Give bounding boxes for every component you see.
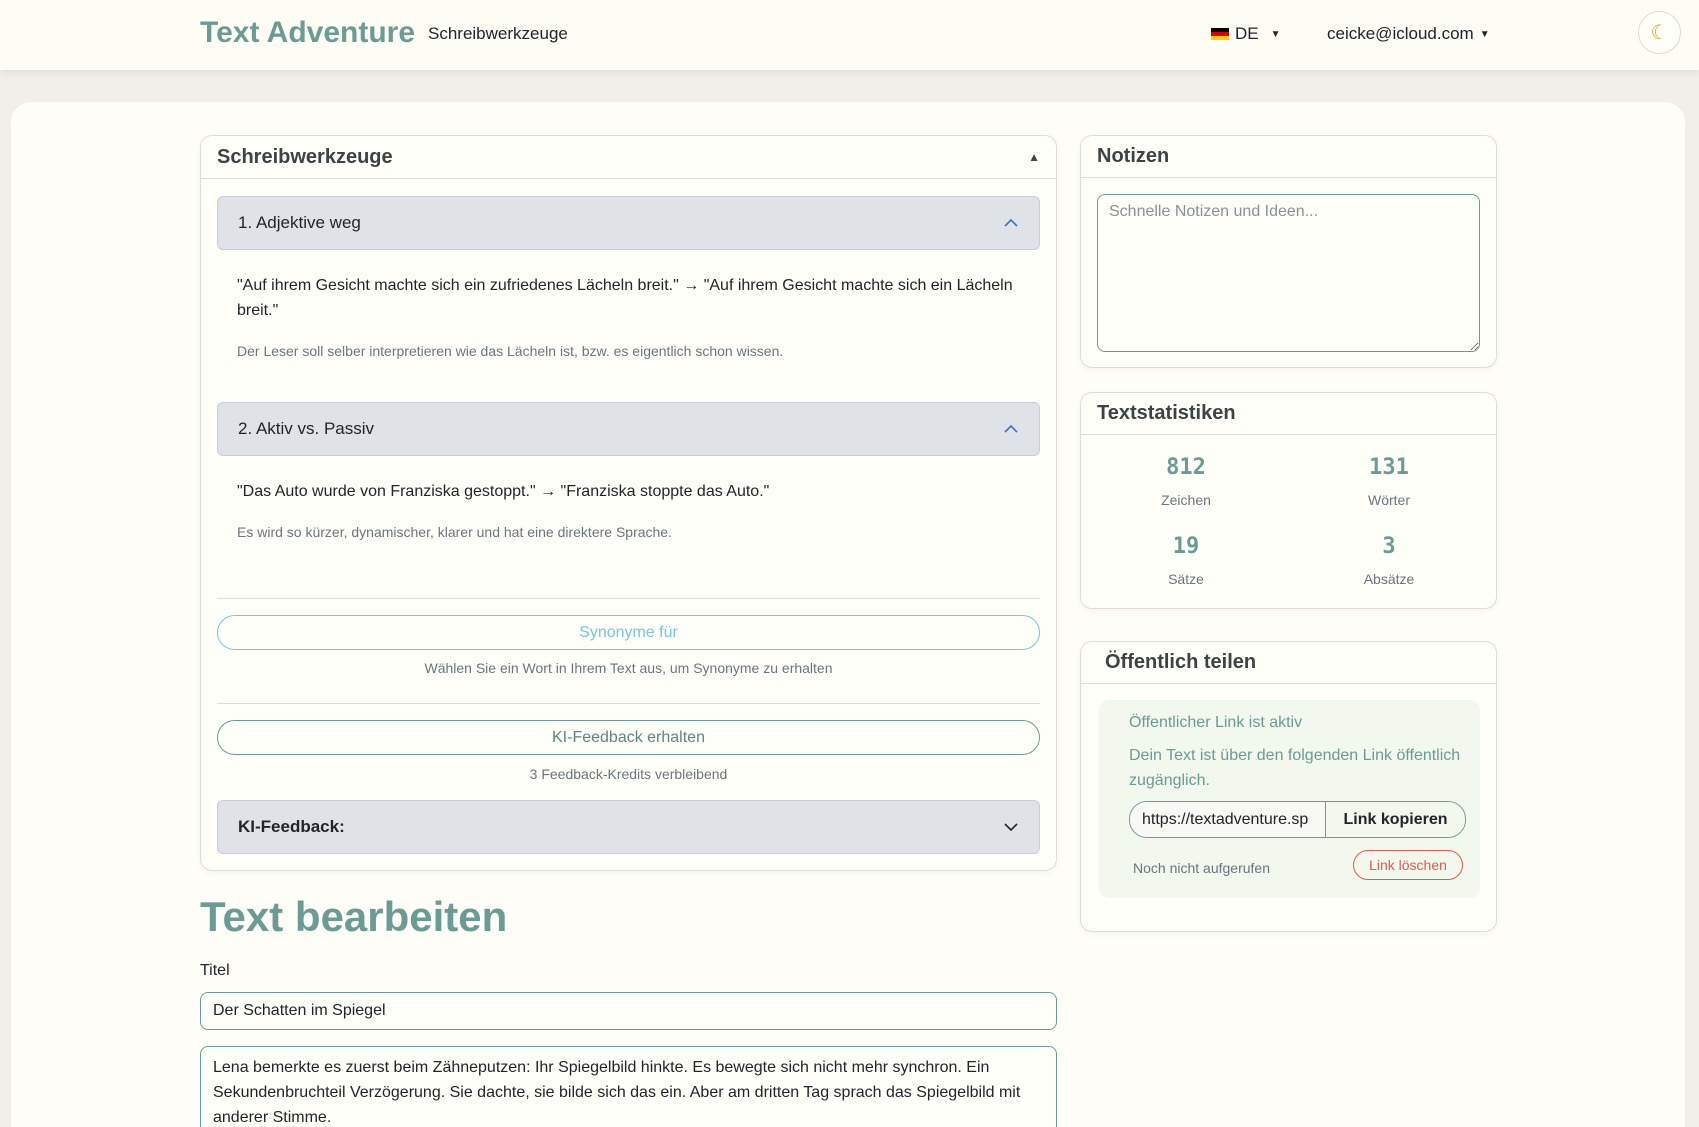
stat-paragraphs: 3 Absätze: [1309, 534, 1469, 587]
language-dropdown[interactable]: DE ▼: [1211, 24, 1281, 44]
brand-logo[interactable]: Text Adventure: [200, 16, 415, 50]
share-title: Öffentlich teilen: [1081, 642, 1496, 684]
notes-textarea[interactable]: [1097, 194, 1480, 352]
synonyms-button[interactable]: Synonyme für: [217, 615, 1040, 650]
chevron-up-icon: [1004, 218, 1018, 227]
user-email: ceicke@icloud.com: [1327, 24, 1474, 43]
theme-toggle-button[interactable]: ☾: [1638, 11, 1681, 54]
writing-tools-card: Schreibwerkzeuge ▲ 1. Adjektive weg "Auf…: [200, 135, 1057, 871]
stat-sentences-label: Sätze: [1168, 571, 1204, 587]
accordion-aktiv-passiv[interactable]: 2. Aktiv vs. Passiv: [217, 402, 1040, 456]
accordion-ki-feedback-label: KI-Feedback:: [238, 817, 345, 836]
synonyms-hint: Wählen Sie ein Wort in Ihrem Text aus, u…: [424, 660, 833, 676]
share-status: Öffentlicher Link ist aktiv: [1129, 714, 1303, 731]
stat-words-value: 131: [1369, 455, 1409, 480]
stat-words-label: Wörter: [1368, 492, 1410, 508]
stat-sentences: 19 Sätze: [1106, 534, 1266, 587]
public-share-card: Öffentlich teilen Öffentlicher Link ist …: [1080, 641, 1497, 932]
title-input[interactable]: Der Schatten im Spiegel: [200, 992, 1057, 1030]
caret-down-icon: ▼: [1479, 28, 1490, 40]
navbar: Text Adventure Schreibwerkzeuge DE ▼ cei…: [0, 0, 1699, 70]
text-statistics-card: Textstatistiken 812 Zeichen 131 Wörter 1…: [1080, 392, 1497, 609]
delete-link-button[interactable]: Link löschen: [1353, 850, 1463, 880]
user-dropdown[interactable]: ceicke@icloud.com ▼: [1327, 24, 1490, 44]
stat-chars-label: Zeichen: [1161, 492, 1211, 508]
accordion-adjektive-label: 1. Adjektive weg: [238, 213, 361, 232]
title-label: Titel: [200, 962, 230, 979]
collapse-triangle-icon[interactable]: ▲: [1028, 150, 1040, 164]
ki-feedback-button[interactable]: KI-Feedback erhalten: [217, 720, 1040, 755]
copy-link-button[interactable]: Link kopieren: [1326, 802, 1465, 837]
accordion-aktiv-passiv-label: 2. Aktiv vs. Passiv: [238, 419, 375, 438]
share-alert: Öffentlicher Link ist aktiv Dein Text is…: [1099, 700, 1480, 898]
caret-down-icon: ▼: [1270, 28, 1281, 40]
stat-sentences-value: 19: [1172, 534, 1200, 559]
language-label: DE: [1235, 24, 1259, 43]
accordion-adjektive-note: Der Leser soll selber interpretieren wie…: [237, 343, 784, 359]
share-link-input[interactable]: [1130, 802, 1326, 837]
moon-icon: ☾: [1650, 22, 1669, 44]
share-description: Dein Text ist über den folgenden Link öf…: [1129, 747, 1461, 789]
accordion-adjektive[interactable]: 1. Adjektive weg: [217, 196, 1040, 250]
divider: [217, 703, 1040, 704]
notes-card: Notizen: [1080, 135, 1497, 368]
chevron-down-icon: [1004, 823, 1018, 832]
divider: [217, 598, 1040, 599]
stat-chars: 812 Zeichen: [1106, 455, 1266, 508]
writing-tools-header[interactable]: Schreibwerkzeuge ▲: [201, 136, 1056, 179]
chevron-up-icon: [1004, 424, 1018, 433]
stat-paragraphs-value: 3: [1382, 534, 1396, 559]
text-body-textarea[interactable]: Lena bemerkte es zuerst beim Zähneputzen…: [200, 1046, 1057, 1127]
share-link-group: Link kopieren: [1129, 801, 1466, 838]
notes-title: Notizen: [1081, 136, 1496, 178]
ki-credits-remaining: 3 Feedback-Kredits verbleibend: [529, 766, 728, 782]
nav-link-schreibwerkzeuge[interactable]: Schreibwerkzeuge: [428, 24, 568, 44]
view-count-status: Noch nicht aufgerufen: [1133, 860, 1270, 876]
stat-words: 131 Wörter: [1309, 455, 1469, 508]
stat-paragraphs-label: Absätze: [1363, 571, 1415, 587]
accordion-aktiv-passiv-example: "Das Auto wurde von Franziska gestoppt."…: [237, 483, 770, 500]
stat-chars-value: 812: [1166, 455, 1206, 480]
accordion-aktiv-passiv-note: Es wird so kürzer, dynamischer, klarer u…: [237, 524, 672, 540]
german-flag-icon: [1211, 28, 1229, 40]
page-title: Text bearbeiten: [200, 893, 508, 940]
writing-tools-title: Schreibwerkzeuge: [217, 145, 393, 168]
accordion-adjektive-example: "Auf ihrem Gesicht machte sich ein zufri…: [237, 277, 1013, 319]
stats-title: Textstatistiken: [1081, 393, 1496, 435]
accordion-ki-feedback[interactable]: KI-Feedback:: [217, 800, 1040, 854]
